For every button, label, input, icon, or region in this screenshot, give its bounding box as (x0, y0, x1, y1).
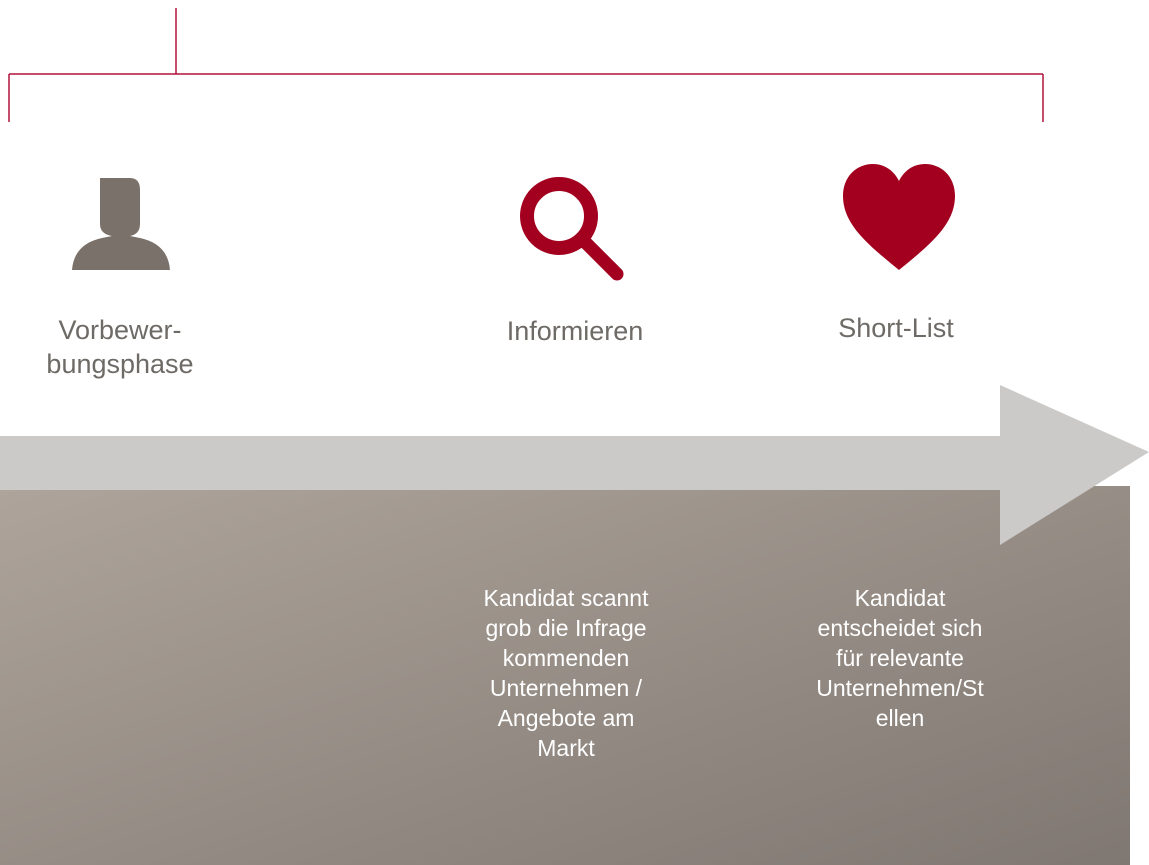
lens-handle (575, 232, 624, 281)
phase-label-vorbewerbungsphase: Vorbewer- bungsphase (46, 315, 194, 379)
heart-shape (843, 164, 955, 270)
person-icon (72, 178, 170, 270)
phase-description-short-list: Kandidat entscheidet sich für relevante … (816, 585, 984, 731)
person-shape (72, 178, 170, 270)
arrow-shape (0, 385, 1149, 545)
search-icon (520, 177, 624, 281)
phase-label-informieren: Informieren (506, 316, 644, 346)
heart-icon (843, 164, 955, 270)
phase-description-informieren: Kandidat scannt grob die Infrage kommend… (483, 585, 649, 761)
phase-label-short-list: Short-List (838, 313, 954, 343)
